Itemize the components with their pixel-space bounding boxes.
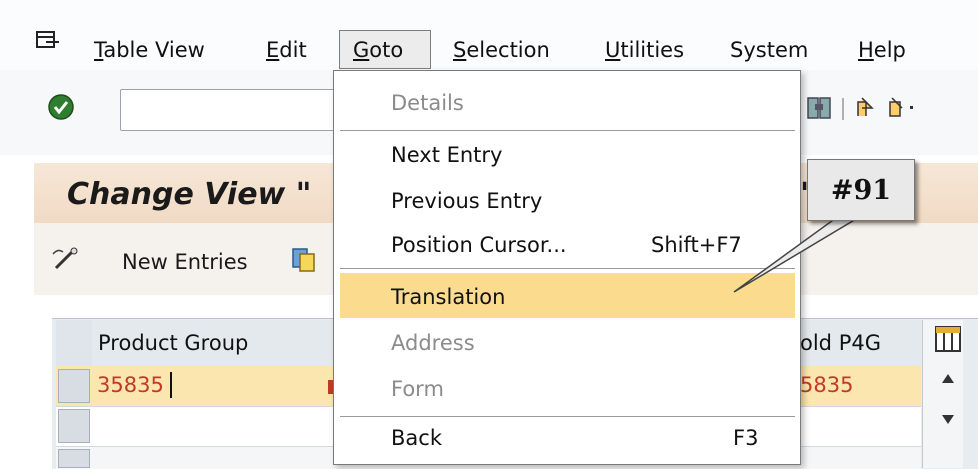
menu-selection-label: election <box>466 38 550 62</box>
column-header-product-group[interactable]: Product Group <box>92 320 333 366</box>
menu-utilities-label: tilities <box>620 38 685 62</box>
menu-goto-label: oto <box>369 38 404 62</box>
menu-item-back[interactable]: Back <box>391 426 442 450</box>
menu-system-label: stem <box>755 38 809 62</box>
menu-goto[interactable]: Goto <box>345 32 411 68</box>
row-selector[interactable] <box>58 449 90 468</box>
column-header-label: Product Group <box>98 331 249 355</box>
page-title: Change View " <box>67 177 312 212</box>
row-selector[interactable] <box>58 409 90 443</box>
menu-separator <box>340 130 795 131</box>
scroll-up-icon[interactable] <box>938 370 958 388</box>
menu-item-translation[interactable]: Translation <box>391 285 505 309</box>
previous-page-icon[interactable] <box>889 97 903 117</box>
menu-edit[interactable]: Edit <box>258 32 315 68</box>
first-page-icon[interactable] <box>854 97 876 119</box>
new-entries-icon[interactable] <box>50 246 80 272</box>
menu-utilities[interactable]: Utilities <box>597 32 692 68</box>
menu-item-address: Address <box>391 331 475 355</box>
callout-label: #91 <box>807 159 915 221</box>
menu-edit-label: dit <box>279 38 307 62</box>
menu-system[interactable]: System <box>722 32 816 68</box>
menu-help[interactable]: Help <box>850 32 914 68</box>
column-header-label: old P4G <box>800 331 881 355</box>
menu-table-view-label: able View <box>103 38 205 62</box>
menu-item-next-entry[interactable]: Next Entry <box>391 143 502 167</box>
column-header-old-p4g[interactable]: old P4G <box>796 320 927 366</box>
column-settings-icon[interactable] <box>933 323 963 355</box>
checkmark-icon[interactable] <box>47 93 75 121</box>
text-cursor <box>170 372 172 398</box>
scroll-down-icon[interactable] <box>938 410 958 428</box>
shortcut-back: F3 <box>733 426 759 450</box>
menu-selection[interactable]: Selection <box>445 32 558 68</box>
menu-item-details: Details <box>391 91 464 115</box>
command-field[interactable] <box>120 89 350 131</box>
toolbar-icons <box>807 97 913 120</box>
new-entries-button[interactable]: New Entries <box>122 250 248 274</box>
cell-product-group[interactable]: 35835 <box>97 373 164 397</box>
menu-item-position-cursor[interactable]: Position Cursor... <box>391 233 567 257</box>
select-all-column[interactable] <box>56 320 93 366</box>
menu-item-previous-entry[interactable]: Previous Entry <box>391 189 542 213</box>
cell-old-p4g[interactable]: 5835 <box>800 373 853 397</box>
menu-separator <box>340 268 795 269</box>
menu-item-form: Form <box>391 377 444 401</box>
menu-toggle-icon[interactable] <box>36 30 60 50</box>
menu-help-label: elp <box>873 38 906 62</box>
copy-icon[interactable] <box>291 247 317 273</box>
row-selector[interactable] <box>58 369 90 403</box>
shortcut-position-cursor: Shift+F7 <box>651 233 742 257</box>
menu-separator <box>340 416 795 417</box>
menu-table-view[interactable]: Table View <box>86 32 213 68</box>
find-icon[interactable] <box>807 97 831 119</box>
